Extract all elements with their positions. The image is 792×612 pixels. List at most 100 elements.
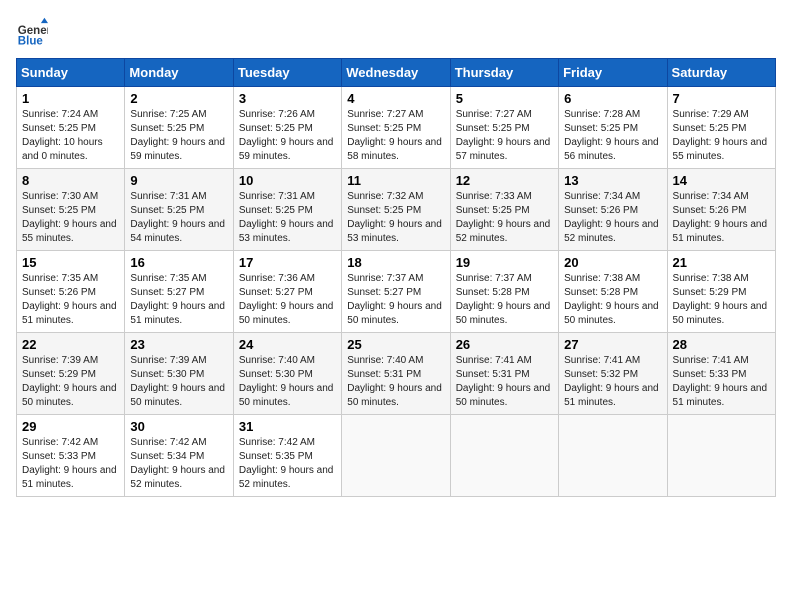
day-info: Sunrise: 7:40 AMSunset: 5:31 PMDaylight:… [347, 355, 442, 408]
day-info: Sunrise: 7:32 AMSunset: 5:25 PMDaylight:… [347, 191, 442, 244]
weekday-header-cell: Friday [559, 59, 667, 87]
day-info: Sunrise: 7:27 AMSunset: 5:25 PMDaylight:… [456, 109, 551, 162]
day-number: 28 [673, 337, 770, 352]
day-number: 6 [564, 91, 661, 106]
day-info: Sunrise: 7:24 AMSunset: 5:25 PMDaylight:… [22, 109, 103, 162]
calendar-day-cell: 6 Sunrise: 7:28 AMSunset: 5:25 PMDayligh… [559, 87, 667, 169]
calendar-day-cell: 10 Sunrise: 7:31 AMSunset: 5:25 PMDaylig… [233, 169, 341, 251]
day-number: 16 [130, 255, 227, 270]
calendar-day-cell: 5 Sunrise: 7:27 AMSunset: 5:25 PMDayligh… [450, 87, 558, 169]
calendar-day-cell [450, 415, 558, 497]
weekday-header-row: SundayMondayTuesdayWednesdayThursdayFrid… [17, 59, 776, 87]
calendar-day-cell [559, 415, 667, 497]
day-number: 13 [564, 173, 661, 188]
calendar-body: 1 Sunrise: 7:24 AMSunset: 5:25 PMDayligh… [17, 87, 776, 497]
day-number: 20 [564, 255, 661, 270]
calendar-day-cell: 14 Sunrise: 7:34 AMSunset: 5:26 PMDaylig… [667, 169, 775, 251]
day-info: Sunrise: 7:26 AMSunset: 5:25 PMDaylight:… [239, 109, 334, 162]
day-number: 7 [673, 91, 770, 106]
day-number: 17 [239, 255, 336, 270]
calendar-week-row: 8 Sunrise: 7:30 AMSunset: 5:25 PMDayligh… [17, 169, 776, 251]
day-number: 15 [22, 255, 119, 270]
day-number: 2 [130, 91, 227, 106]
day-info: Sunrise: 7:42 AMSunset: 5:35 PMDaylight:… [239, 437, 334, 490]
day-number: 31 [239, 419, 336, 434]
logo-icon: General Blue [16, 16, 48, 48]
calendar-week-row: 29 Sunrise: 7:42 AMSunset: 5:33 PMDaylig… [17, 415, 776, 497]
calendar-day-cell [342, 415, 450, 497]
calendar-day-cell: 13 Sunrise: 7:34 AMSunset: 5:26 PMDaylig… [559, 169, 667, 251]
calendar-day-cell: 2 Sunrise: 7:25 AMSunset: 5:25 PMDayligh… [125, 87, 233, 169]
day-info: Sunrise: 7:42 AMSunset: 5:33 PMDaylight:… [22, 437, 117, 490]
day-number: 21 [673, 255, 770, 270]
weekday-header-cell: Monday [125, 59, 233, 87]
calendar-day-cell: 9 Sunrise: 7:31 AMSunset: 5:25 PMDayligh… [125, 169, 233, 251]
calendar-day-cell: 31 Sunrise: 7:42 AMSunset: 5:35 PMDaylig… [233, 415, 341, 497]
calendar-day-cell: 17 Sunrise: 7:36 AMSunset: 5:27 PMDaylig… [233, 251, 341, 333]
calendar-day-cell: 19 Sunrise: 7:37 AMSunset: 5:28 PMDaylig… [450, 251, 558, 333]
day-info: Sunrise: 7:39 AMSunset: 5:29 PMDaylight:… [22, 355, 117, 408]
calendar-week-row: 1 Sunrise: 7:24 AMSunset: 5:25 PMDayligh… [17, 87, 776, 169]
day-number: 3 [239, 91, 336, 106]
day-number: 23 [130, 337, 227, 352]
calendar-day-cell: 16 Sunrise: 7:35 AMSunset: 5:27 PMDaylig… [125, 251, 233, 333]
day-number: 4 [347, 91, 444, 106]
calendar-day-cell: 28 Sunrise: 7:41 AMSunset: 5:33 PMDaylig… [667, 333, 775, 415]
calendar-table: SundayMondayTuesdayWednesdayThursdayFrid… [16, 58, 776, 497]
day-info: Sunrise: 7:38 AMSunset: 5:29 PMDaylight:… [673, 273, 768, 326]
day-info: Sunrise: 7:40 AMSunset: 5:30 PMDaylight:… [239, 355, 334, 408]
day-info: Sunrise: 7:37 AMSunset: 5:28 PMDaylight:… [456, 273, 551, 326]
day-info: Sunrise: 7:29 AMSunset: 5:25 PMDaylight:… [673, 109, 768, 162]
weekday-header-cell: Sunday [17, 59, 125, 87]
day-number: 30 [130, 419, 227, 434]
weekday-header-cell: Wednesday [342, 59, 450, 87]
day-info: Sunrise: 7:28 AMSunset: 5:25 PMDaylight:… [564, 109, 659, 162]
calendar-day-cell: 12 Sunrise: 7:33 AMSunset: 5:25 PMDaylig… [450, 169, 558, 251]
day-info: Sunrise: 7:37 AMSunset: 5:27 PMDaylight:… [347, 273, 442, 326]
calendar-day-cell: 29 Sunrise: 7:42 AMSunset: 5:33 PMDaylig… [17, 415, 125, 497]
day-info: Sunrise: 7:33 AMSunset: 5:25 PMDaylight:… [456, 191, 551, 244]
day-number: 5 [456, 91, 553, 106]
day-number: 18 [347, 255, 444, 270]
calendar-day-cell: 22 Sunrise: 7:39 AMSunset: 5:29 PMDaylig… [17, 333, 125, 415]
calendar-day-cell: 11 Sunrise: 7:32 AMSunset: 5:25 PMDaylig… [342, 169, 450, 251]
day-number: 29 [22, 419, 119, 434]
svg-text:Blue: Blue [18, 35, 44, 47]
weekday-header-cell: Saturday [667, 59, 775, 87]
calendar-day-cell: 7 Sunrise: 7:29 AMSunset: 5:25 PMDayligh… [667, 87, 775, 169]
calendar-day-cell: 26 Sunrise: 7:41 AMSunset: 5:31 PMDaylig… [450, 333, 558, 415]
day-number: 22 [22, 337, 119, 352]
day-info: Sunrise: 7:31 AMSunset: 5:25 PMDaylight:… [239, 191, 334, 244]
day-number: 11 [347, 173, 444, 188]
day-info: Sunrise: 7:39 AMSunset: 5:30 PMDaylight:… [130, 355, 225, 408]
day-info: Sunrise: 7:35 AMSunset: 5:26 PMDaylight:… [22, 273, 117, 326]
calendar-day-cell: 23 Sunrise: 7:39 AMSunset: 5:30 PMDaylig… [125, 333, 233, 415]
day-info: Sunrise: 7:27 AMSunset: 5:25 PMDaylight:… [347, 109, 442, 162]
weekday-header-cell: Tuesday [233, 59, 341, 87]
calendar-day-cell: 3 Sunrise: 7:26 AMSunset: 5:25 PMDayligh… [233, 87, 341, 169]
calendar-day-cell: 8 Sunrise: 7:30 AMSunset: 5:25 PMDayligh… [17, 169, 125, 251]
calendar-day-cell: 24 Sunrise: 7:40 AMSunset: 5:30 PMDaylig… [233, 333, 341, 415]
calendar-week-row: 22 Sunrise: 7:39 AMSunset: 5:29 PMDaylig… [17, 333, 776, 415]
day-info: Sunrise: 7:31 AMSunset: 5:25 PMDaylight:… [130, 191, 225, 244]
day-number: 14 [673, 173, 770, 188]
calendar-week-row: 15 Sunrise: 7:35 AMSunset: 5:26 PMDaylig… [17, 251, 776, 333]
logo: General Blue [16, 16, 48, 48]
day-number: 19 [456, 255, 553, 270]
calendar-day-cell: 20 Sunrise: 7:38 AMSunset: 5:28 PMDaylig… [559, 251, 667, 333]
day-number: 25 [347, 337, 444, 352]
day-info: Sunrise: 7:34 AMSunset: 5:26 PMDaylight:… [673, 191, 768, 244]
day-info: Sunrise: 7:38 AMSunset: 5:28 PMDaylight:… [564, 273, 659, 326]
day-info: Sunrise: 7:42 AMSunset: 5:34 PMDaylight:… [130, 437, 225, 490]
day-info: Sunrise: 7:34 AMSunset: 5:26 PMDaylight:… [564, 191, 659, 244]
day-info: Sunrise: 7:30 AMSunset: 5:25 PMDaylight:… [22, 191, 117, 244]
calendar-day-cell: 4 Sunrise: 7:27 AMSunset: 5:25 PMDayligh… [342, 87, 450, 169]
calendar-day-cell: 18 Sunrise: 7:37 AMSunset: 5:27 PMDaylig… [342, 251, 450, 333]
weekday-header-cell: Thursday [450, 59, 558, 87]
calendar-day-cell: 30 Sunrise: 7:42 AMSunset: 5:34 PMDaylig… [125, 415, 233, 497]
calendar-day-cell: 15 Sunrise: 7:35 AMSunset: 5:26 PMDaylig… [17, 251, 125, 333]
day-info: Sunrise: 7:35 AMSunset: 5:27 PMDaylight:… [130, 273, 225, 326]
day-number: 24 [239, 337, 336, 352]
day-number: 26 [456, 337, 553, 352]
day-info: Sunrise: 7:25 AMSunset: 5:25 PMDaylight:… [130, 109, 225, 162]
